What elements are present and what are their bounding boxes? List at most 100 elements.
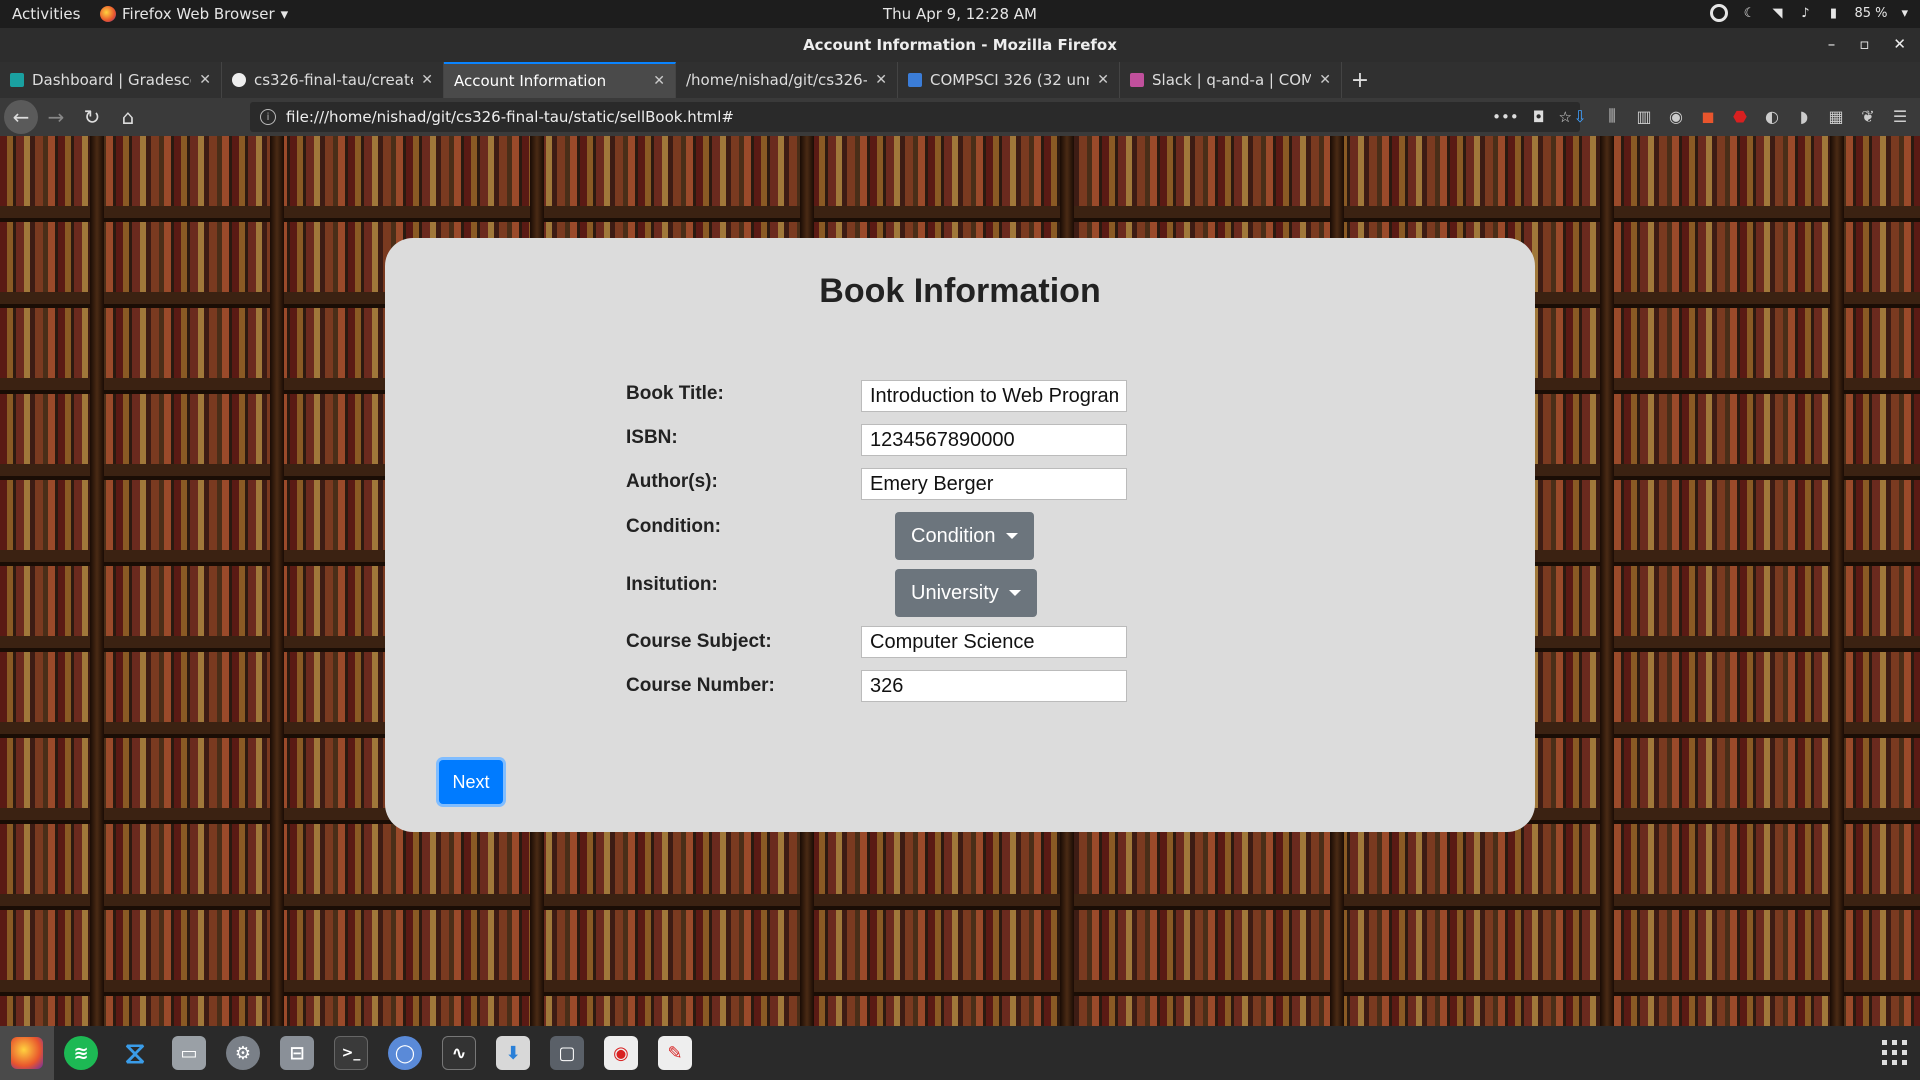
home-button[interactable]: ⌂ [110,101,146,133]
battery-level: 85 % [1854,5,1888,21]
dock-pdf[interactable]: ✎ [648,1026,702,1080]
dock-vscode[interactable]: ⧖ [108,1026,162,1080]
close-tab-icon[interactable]: ✕ [199,72,211,88]
authors-input[interactable] [861,468,1127,500]
tab-label: COMPSCI 326 (32 unreac [930,71,1090,89]
download-icon[interactable]: ⇩ [1570,106,1590,126]
toggle-icon: ⊟ [280,1036,314,1070]
settings-icon: ⚙ [226,1036,260,1070]
extension-bars-icon[interactable]: ▦ [1826,106,1846,126]
dock-recorder[interactable]: ◉ [594,1026,648,1080]
tab-strip: Dashboard | Gradescope ✕ cs326-final-tau… [0,62,1920,98]
dock-firefox[interactable] [0,1026,54,1080]
tab-label: Dashboard | Gradescope [32,71,191,89]
close-tab-icon[interactable]: ✕ [653,73,665,89]
recorder-icon: ◉ [604,1036,638,1070]
dock-software[interactable]: ⬇ [486,1026,540,1080]
book-information-card: Book Information Book Title: ISBN: Autho… [385,238,1535,832]
reload-button[interactable]: ↻ [74,101,110,133]
tab-account-information[interactable]: Account Information ✕ [444,62,676,98]
activities-button[interactable]: Activities [12,5,80,23]
volume-icon: ♪ [1801,5,1810,21]
dock-chromium[interactable]: ◯ [378,1026,432,1080]
github-icon [232,73,246,87]
ghostery-icon[interactable]: ◗ [1794,106,1814,126]
isbn-input[interactable] [861,424,1127,456]
sidebar-icon[interactable]: ▥ [1634,106,1654,126]
system-tray[interactable]: ☾ ◥ ♪ ▮ 85 % ▾ [1710,4,1908,22]
close-tab-icon[interactable]: ✕ [1097,72,1109,88]
app-menu-label: Firefox Web Browser [122,5,275,23]
battery-icon: ▮ [1829,5,1838,21]
forward-button[interactable]: → [38,101,74,133]
course-number-input[interactable] [861,670,1127,702]
dock-tweaks[interactable]: ⊟ [270,1026,324,1080]
dock-terminal[interactable]: >_ [324,1026,378,1080]
caret-down-icon [1005,533,1018,539]
close-tab-icon[interactable]: ✕ [421,72,433,88]
system-top-bar: Activities Firefox Web Browser ▾ Thu Apr… [0,0,1920,28]
condition-dropdown[interactable]: Condition [895,512,1034,560]
dock-files[interactable]: ▭ [162,1026,216,1080]
tab-github[interactable]: cs326-final-tau/createAc ✕ [222,62,444,98]
info-icon[interactable]: i [260,109,276,125]
firefox-icon [11,1037,43,1069]
dock: ≋ ⧖ ▭ ⚙ ⊟ >_ ◯ ∿ ⬇ ▢ ◉ ✎ [0,1026,1920,1080]
new-tab-button[interactable]: + [1342,62,1378,98]
record-icon[interactable] [1710,4,1729,22]
tab-label: cs326-final-tau/createAc [254,71,413,89]
tab-local-file[interactable]: /home/nishad/git/cs326-fin ✕ [676,62,898,98]
maximize-icon[interactable]: ▫ [1859,35,1869,53]
url-text[interactable]: file:///home/nishad/git/cs326-final-tau/… [286,108,734,126]
piazza-icon [908,73,922,87]
nav-bar: ← → ↻ ⌂ i file:///home/nishad/git/cs326-… [0,98,1920,136]
window-title: Account Information - Mozilla Firefox [803,36,1117,54]
app-menu[interactable]: Firefox Web Browser ▾ [100,5,288,23]
page-actions-icon[interactable]: ••• [1492,108,1519,126]
dock-system-monitor[interactable]: ∿ [432,1026,486,1080]
gradescope-icon [10,73,24,87]
firefox-icon [100,6,116,22]
pocket-icon[interactable]: ◘ [1533,108,1545,126]
bookshelf-background [90,136,104,1026]
library-icon[interactable]: ⫼ [1602,106,1622,126]
caret-down-icon [1008,590,1021,596]
dock-spotify[interactable]: ≋ [54,1026,108,1080]
account-icon[interactable]: ◉ [1666,106,1686,126]
close-tab-icon[interactable]: ✕ [1319,72,1331,88]
show-applications-icon[interactable] [1882,1040,1908,1066]
spotify-icon: ≋ [64,1036,98,1070]
close-icon[interactable]: ✕ [1893,35,1906,53]
system-monitor-icon: ∿ [442,1036,476,1070]
chevron-down-icon: ▾ [1901,5,1908,21]
menu-icon[interactable]: ☰ [1890,106,1910,126]
files-icon: ▭ [172,1036,206,1070]
dock-settings[interactable]: ⚙ [216,1026,270,1080]
night-light-icon: ☾ [1743,5,1756,21]
back-button[interactable]: ← [4,100,38,134]
terminal-icon: >_ [334,1036,368,1070]
tab-label: Account Information [454,72,607,90]
slack-icon [1130,73,1144,87]
window-title-bar: Account Information - Mozilla Firefox – … [0,28,1920,62]
institution-dropdown[interactable]: University [895,569,1037,617]
extension-s-icon[interactable]: ◼ [1698,106,1718,126]
tab-slack[interactable]: Slack | q-and-a | COMPSC ✕ [1120,62,1342,98]
course-subject-input[interactable] [861,626,1127,658]
dock-screenshot[interactable]: ▢ [540,1026,594,1080]
wifi-icon: ◥ [1772,5,1783,21]
book-title-input[interactable] [861,380,1127,412]
extension-icon[interactable]: ◐ [1762,106,1782,126]
url-bar[interactable]: i file:///home/nishad/git/cs326-final-ta… [250,102,1580,132]
adblock-icon[interactable]: ⬣ [1730,106,1750,126]
extension-leaf-icon[interactable]: ❦ [1858,106,1878,126]
tab-label: /home/nishad/git/cs326-fin [686,71,868,89]
close-tab-icon[interactable]: ✕ [875,72,887,88]
next-button[interactable]: Next [439,760,503,804]
bookshelf-background [1600,136,1614,1026]
minimize-icon[interactable]: – [1828,35,1836,53]
tab-gradescope[interactable]: Dashboard | Gradescope ✕ [0,62,222,98]
chromium-icon: ◯ [388,1036,422,1070]
vscode-icon: ⧖ [118,1036,152,1071]
tab-piazza[interactable]: COMPSCI 326 (32 unreac ✕ [898,62,1120,98]
